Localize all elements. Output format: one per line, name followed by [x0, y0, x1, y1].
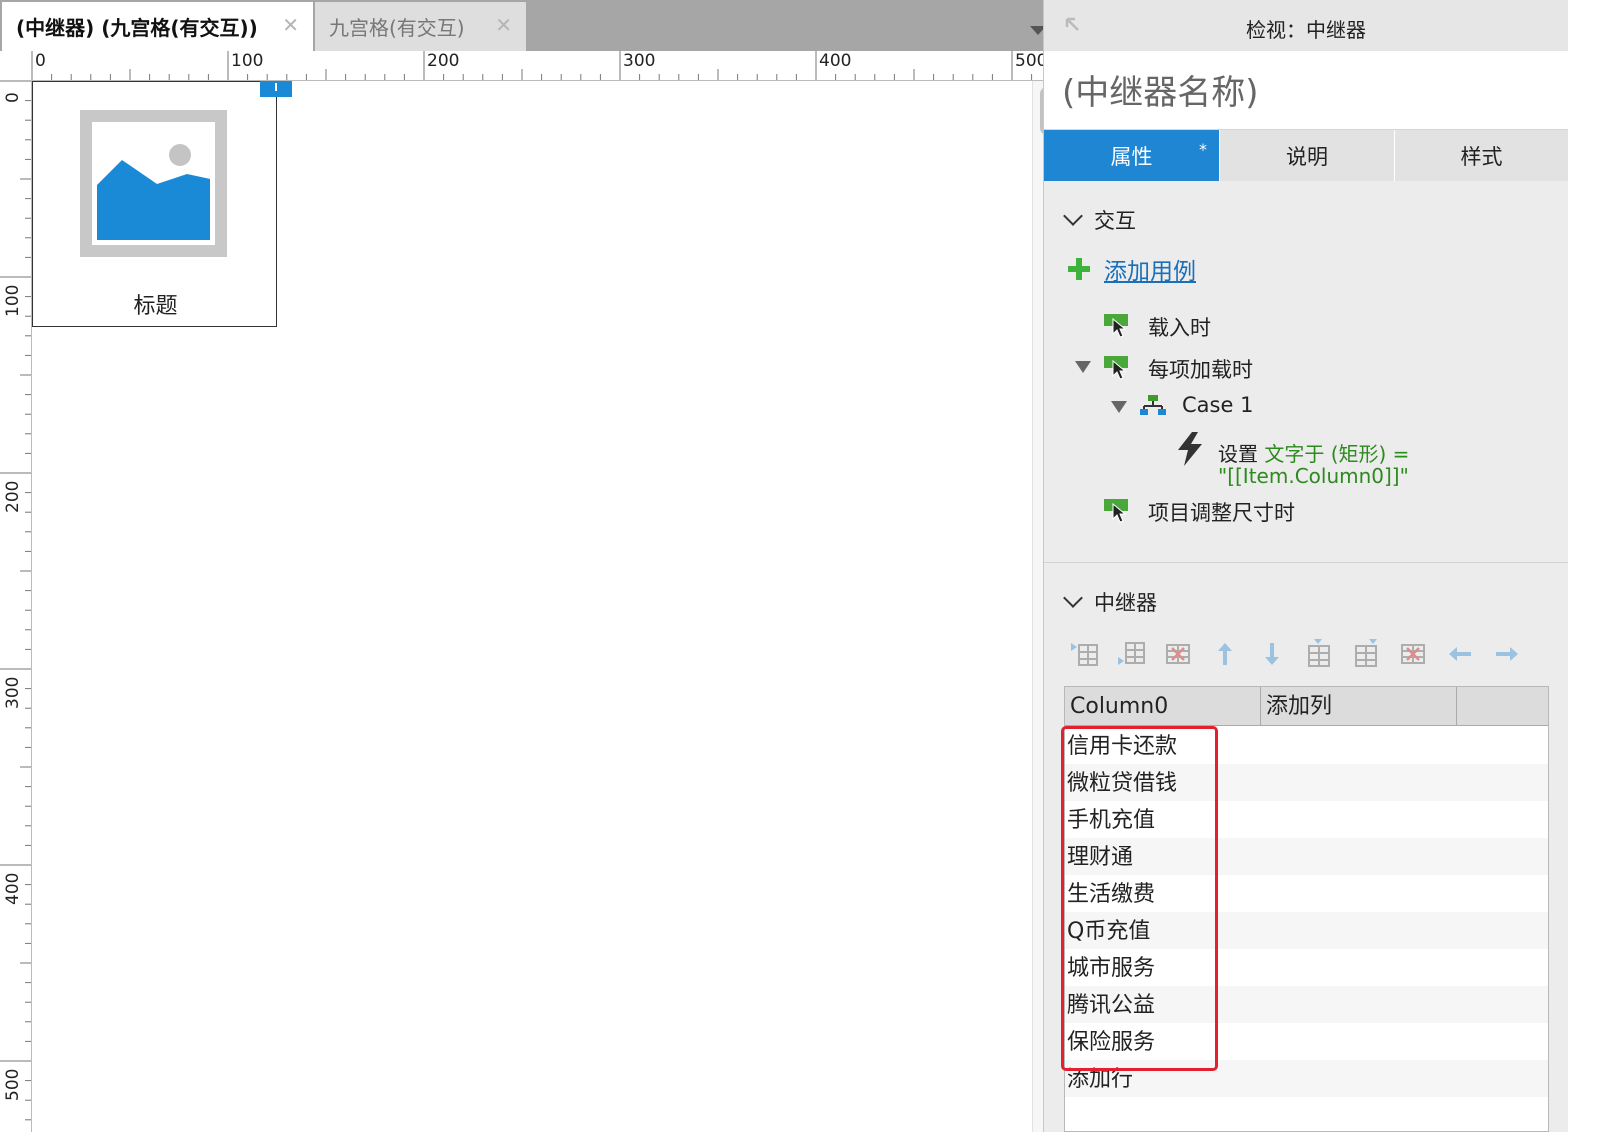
case-item[interactable]: Case 1: [1140, 393, 1253, 417]
event-cursor-icon: [1104, 314, 1130, 340]
close-icon[interactable]: ✕: [282, 15, 299, 35]
tab-label: 样式: [1460, 144, 1503, 169]
arrow-left-icon[interactable]: [1445, 639, 1475, 669]
tab-nine-grid[interactable]: 九宫格(有交互) ✕: [315, 2, 526, 51]
event-label: 每项加载时: [1148, 358, 1253, 382]
ruler-label: 0: [35, 51, 46, 71]
plus-icon[interactable]: [1068, 258, 1090, 280]
ruler-label: 400: [819, 51, 852, 71]
ruler-label: 300: [623, 51, 656, 71]
repeater-section: 中继器 Column0 添加列 信用卡还款 微粒贷借钱 手机充值 理财通 生活缴…: [1044, 563, 1568, 1132]
add-case-link[interactable]: 添加用例: [1104, 252, 1196, 286]
ruler-label: 400: [3, 872, 23, 905]
ruler-label: 500: [3, 1068, 23, 1101]
arrow-down-icon[interactable]: [1257, 639, 1287, 669]
grid-toolbar: [1069, 639, 1549, 669]
tab-label: (中继器) (九宫格(有交互)): [16, 16, 258, 40]
ruler-ticks: [32, 51, 1052, 80]
event-cursor-icon: [1104, 356, 1130, 382]
document-tab-bar: (中继器) (九宫格(有交互)) ✕ 九宫格(有交互) ✕: [0, 0, 1063, 51]
event-cursor-icon: [1104, 499, 1130, 525]
editor-area: (中继器) (九宫格(有交互)) ✕ 九宫格(有交互) ✕ 0 100 200 …: [0, 0, 1063, 1132]
column-header[interactable]: Column0: [1065, 687, 1261, 725]
table-row[interactable]: Q币充值: [1065, 912, 1548, 949]
repeater-data-grid[interactable]: Column0 添加列 信用卡还款 微粒贷借钱 手机充值 理财通 生活缴费 Q币…: [1064, 686, 1549, 1132]
expand-triangle-icon[interactable]: [1075, 361, 1091, 373]
widget-title: 标题: [133, 294, 178, 319]
add-row[interactable]: 添加行: [1065, 1060, 1548, 1097]
ruler-corner: [0, 51, 32, 81]
chevron-down-icon[interactable]: [1063, 206, 1083, 226]
event-label: 项目调整尺寸时: [1148, 501, 1295, 525]
repeater-title[interactable]: 中继器: [1094, 587, 1157, 617]
image-placeholder[interactable]: [80, 110, 227, 257]
table-row[interactable]: 手机充值: [1065, 801, 1548, 838]
table-row[interactable]: 生活缴费: [1065, 875, 1548, 912]
action-value[interactable]: "[[Item.Column0]]": [1218, 464, 1409, 488]
lightning-action-icon: [1178, 432, 1202, 466]
vertical-ruler: 0 100 200 300 400 500: [0, 81, 32, 1132]
interactions-title[interactable]: 交互: [1094, 205, 1136, 235]
table-row[interactable]: 信用卡还款: [1065, 727, 1548, 764]
repeater-item-widget[interactable]: 标题: [32, 81, 277, 327]
chevron-down-icon[interactable]: [1063, 588, 1083, 608]
table-row[interactable]: 城市服务: [1065, 949, 1548, 986]
event-on-load[interactable]: 载入时: [1104, 312, 1211, 342]
tab-label: 九宫格(有交互): [329, 16, 465, 40]
insert-column-left-icon[interactable]: [1304, 639, 1334, 669]
table-row[interactable]: 微粒贷借钱: [1065, 764, 1548, 801]
ruler-label: 300: [3, 676, 23, 709]
insert-row-above-icon[interactable]: [1069, 639, 1099, 669]
table-row[interactable]: 保险服务: [1065, 1023, 1548, 1060]
ruler-label: 0: [3, 92, 23, 103]
case-label: Case 1: [1182, 393, 1254, 417]
insert-row-below-icon[interactable]: [1116, 639, 1146, 669]
image-icon: [92, 122, 215, 245]
arrow-up-icon[interactable]: [1210, 639, 1240, 669]
arrow-right-icon[interactable]: [1492, 639, 1522, 669]
ruler-label: 100: [3, 284, 23, 317]
insert-column-right-icon[interactable]: [1351, 639, 1381, 669]
action-target: 文字于 (矩形) =: [1264, 442, 1410, 466]
tab-repeater-active[interactable]: (中继器) (九宫格(有交互)) ✕: [2, 2, 313, 51]
inspector-panel: 检视：中继器 (中继器名称) 属性 * 说明 样式 交互 添加用例 载入时 每项…: [1043, 0, 1568, 1132]
add-column-header[interactable]: 添加列: [1261, 687, 1457, 725]
grid-header: Column0 添加列: [1065, 687, 1548, 726]
table-row[interactable]: 理财通: [1065, 838, 1548, 875]
event-on-item-load[interactable]: 每项加载时: [1104, 354, 1253, 384]
horizontal-ruler: 0 100 200 300 400 500: [32, 51, 1063, 81]
expand-triangle-icon[interactable]: [1111, 401, 1127, 413]
table-row[interactable]: 腾讯公益: [1065, 986, 1548, 1023]
inspector-header: 检视：中继器: [1044, 0, 1568, 52]
ruler-label: 200: [427, 51, 460, 71]
ruler-label: 100: [231, 51, 264, 71]
event-on-item-resize[interactable]: 项目调整尺寸时: [1104, 497, 1295, 527]
close-icon[interactable]: ✕: [495, 15, 512, 35]
case-tree-icon: [1140, 395, 1166, 415]
tab-style[interactable]: 样式: [1395, 130, 1568, 181]
tab-notes[interactable]: 说明: [1220, 130, 1395, 181]
repeater-selection-handle[interactable]: [260, 81, 292, 97]
inspector-title: 检视：中继器: [1246, 18, 1366, 42]
inspector-tabs: 属性 * 说明 样式: [1044, 130, 1568, 181]
tab-properties[interactable]: 属性 *: [1044, 130, 1220, 181]
interactions-section: 交互 添加用例 载入时 每项加载时 Case 1 设置 文字于 (矩形) = "…: [1044, 182, 1568, 563]
ruler-label: 200: [3, 480, 23, 513]
column-header-empty: [1457, 687, 1548, 725]
tab-label: 说明: [1286, 144, 1328, 169]
modified-indicator: *: [1199, 140, 1207, 159]
action-verb: 设置: [1218, 442, 1258, 466]
repeater-name-field[interactable]: (中继器名称): [1062, 65, 1259, 114]
tab-label: 属性: [1110, 144, 1153, 169]
delete-row-icon[interactable]: [1163, 639, 1193, 669]
widget-name-area: (中继器名称): [1044, 51, 1568, 130]
action-text-line1[interactable]: 设置 文字于 (矩形) =: [1218, 438, 1409, 467]
delete-column-icon[interactable]: [1398, 639, 1428, 669]
ruler-ticks: [0, 81, 31, 1121]
event-label: 载入时: [1148, 316, 1211, 340]
